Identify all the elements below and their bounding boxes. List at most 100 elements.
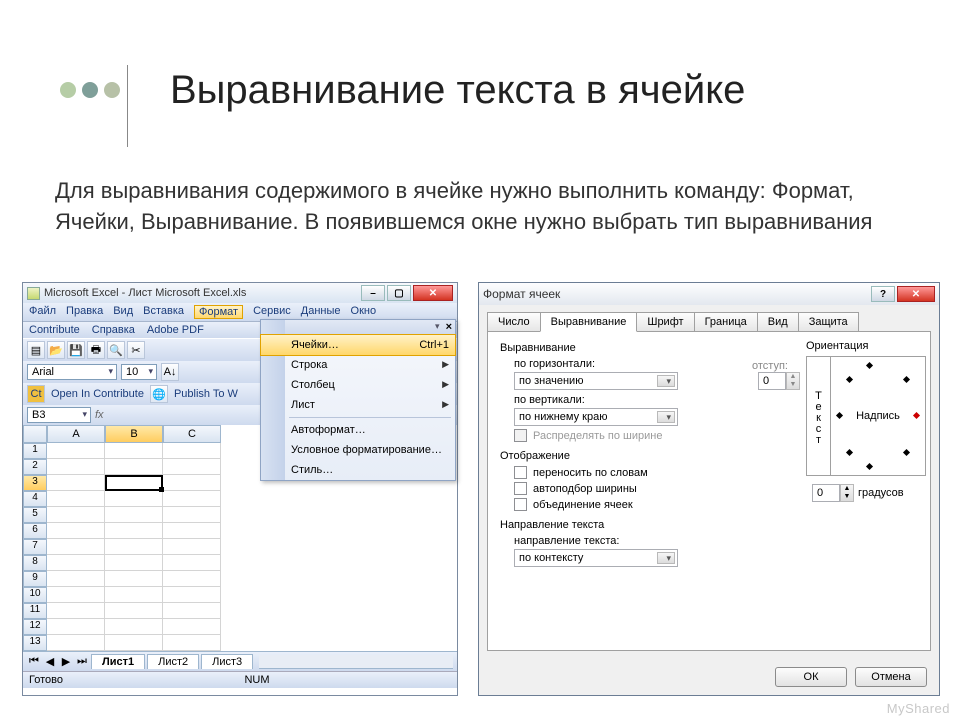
cell[interactable] — [163, 635, 221, 651]
cell[interactable] — [105, 587, 163, 603]
open-in-contribute[interactable]: Open In Contribute — [51, 388, 144, 400]
cell[interactable] — [47, 571, 105, 587]
close-button[interactable]: ✕ — [897, 286, 935, 302]
cell[interactable] — [105, 507, 163, 523]
row-header[interactable]: 2 — [23, 459, 47, 475]
menu-item[interactable]: Условное форматирование… — [261, 440, 455, 460]
cell[interactable] — [163, 571, 221, 587]
vertical-text-sample[interactable]: Текст — [807, 357, 831, 475]
select-all-corner[interactable] — [23, 425, 47, 443]
row-header[interactable]: 9 — [23, 571, 47, 587]
sheet-tab[interactable]: Лист3 — [201, 654, 253, 669]
degrees-spinner[interactable]: ▲▼ — [812, 484, 854, 502]
row-header[interactable]: 6 — [23, 523, 47, 539]
menu-close-icon[interactable]: × — [446, 321, 452, 333]
menu-adobe[interactable]: Adobe PDF — [147, 324, 204, 336]
cell[interactable] — [105, 555, 163, 571]
help-button[interactable]: ? — [871, 286, 895, 302]
cell[interactable] — [47, 539, 105, 555]
cell[interactable] — [105, 571, 163, 587]
tab-nav-last[interactable]: ⏭ — [75, 655, 89, 668]
checkbox-icon[interactable] — [514, 498, 527, 511]
tab-nav-next[interactable]: ▶ — [59, 655, 73, 668]
minimize-button[interactable]: – — [361, 285, 385, 301]
font-name-combo[interactable]: Arial — [27, 364, 117, 380]
cell[interactable] — [163, 523, 221, 539]
maximize-button[interactable]: ▢ — [387, 285, 411, 301]
col-header[interactable]: A — [47, 425, 105, 443]
orientation-dial[interactable]: Надпись — [831, 357, 925, 475]
menu-grip[interactable]: ▾ — [435, 321, 440, 333]
cell[interactable] — [105, 603, 163, 619]
cell[interactable] — [47, 603, 105, 619]
cell[interactable] — [47, 523, 105, 539]
degrees-input[interactable] — [812, 484, 840, 502]
ok-button[interactable]: ОК — [775, 667, 847, 687]
menu-item[interactable]: Автоформат… — [261, 420, 455, 440]
cell[interactable] — [163, 555, 221, 571]
tab-number[interactable]: Число — [487, 312, 541, 332]
indent-spinner[interactable]: ▲▼ — [758, 372, 800, 390]
menu-file[interactable]: Файл — [29, 305, 56, 319]
cell[interactable] — [163, 539, 221, 555]
cell[interactable] — [105, 443, 163, 459]
tab-pattern[interactable]: Вид — [757, 312, 799, 332]
cell[interactable] — [47, 507, 105, 523]
new-icon[interactable]: ▤ — [27, 341, 45, 359]
cell[interactable] — [47, 459, 105, 475]
col-header[interactable]: C — [163, 425, 221, 443]
menu-format[interactable]: Формат — [194, 305, 243, 319]
publish-icon[interactable]: 🌐 — [150, 385, 168, 403]
close-button[interactable]: ✕ — [413, 285, 453, 301]
cell[interactable] — [105, 619, 163, 635]
tab-nav-prev[interactable]: ◀ — [43, 655, 57, 668]
row-header[interactable]: 12 — [23, 619, 47, 635]
cell[interactable] — [105, 635, 163, 651]
tab-nav-first[interactable]: ⏮ — [27, 655, 41, 668]
cell[interactable] — [163, 587, 221, 603]
cell[interactable] — [47, 635, 105, 651]
horizontal-dropdown[interactable]: по значению — [514, 372, 678, 390]
cell[interactable] — [163, 459, 221, 475]
menu-contribute[interactable]: Contribute — [29, 324, 80, 336]
open-icon[interactable]: 📂 — [47, 341, 65, 359]
cell[interactable] — [105, 539, 163, 555]
font-size-combo[interactable]: 10 — [121, 364, 157, 380]
cell[interactable] — [163, 491, 221, 507]
cell[interactable] — [47, 619, 105, 635]
tab-font[interactable]: Шрифт — [636, 312, 694, 332]
cell[interactable] — [105, 459, 163, 475]
cell[interactable] — [47, 587, 105, 603]
checkbox-icon[interactable] — [514, 482, 527, 495]
tab-protection[interactable]: Защита — [798, 312, 859, 332]
row-header[interactable]: 8 — [23, 555, 47, 571]
menu-item[interactable]: Строка▶ — [261, 355, 455, 375]
col-header[interactable]: B — [105, 425, 163, 443]
row-header[interactable]: 3 — [23, 475, 47, 491]
menu-data[interactable]: Данные — [301, 305, 341, 319]
cell[interactable] — [105, 491, 163, 507]
cell[interactable] — [163, 603, 221, 619]
degrees-spin-buttons[interactable]: ▲▼ — [840, 484, 854, 502]
cell[interactable] — [163, 475, 221, 491]
cell[interactable] — [163, 507, 221, 523]
menu-help[interactable]: Справка — [92, 324, 135, 336]
row-header[interactable]: 7 — [23, 539, 47, 555]
menu-view[interactable]: Вид — [113, 305, 133, 319]
row-header[interactable]: 4 — [23, 491, 47, 507]
vertical-dropdown[interactable]: по нижнему краю — [514, 408, 678, 426]
menu-tools[interactable]: Сервис — [253, 305, 291, 319]
save-icon[interactable]: 💾 — [67, 341, 85, 359]
menu-item[interactable]: Лист▶ — [261, 395, 455, 415]
cell[interactable] — [47, 475, 105, 491]
cell[interactable] — [105, 475, 163, 491]
menu-item[interactable]: Столбец▶ — [261, 375, 455, 395]
indent-input[interactable] — [758, 372, 786, 390]
publish-to-web[interactable]: Publish To W — [174, 388, 238, 400]
print-icon[interactable]: 🖶 — [87, 341, 105, 359]
cell[interactable] — [47, 491, 105, 507]
row-header[interactable]: 1 — [23, 443, 47, 459]
sheet-tab[interactable]: Лист2 — [147, 654, 199, 669]
sheet-tab[interactable]: Лист1 — [91, 654, 145, 669]
name-box[interactable]: B3 — [27, 407, 91, 423]
